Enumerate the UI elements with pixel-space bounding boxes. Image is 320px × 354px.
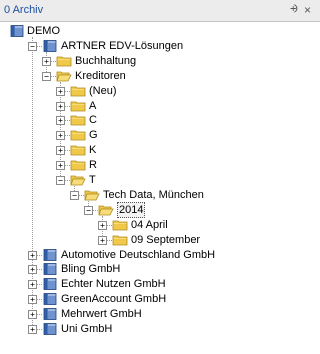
tree-node[interactable]: − Tech Data, München (0, 188, 320, 202)
expand-icon[interactable]: + (28, 250, 37, 260)
tree-node[interactable]: + C (0, 113, 320, 127)
expand-icon[interactable]: + (28, 325, 37, 334)
tree-node[interactable]: − T (0, 173, 320, 187)
database-icon (42, 39, 58, 52)
tree-node-label[interactable]: K (89, 143, 96, 157)
tree-node-label[interactable]: 09 September (131, 233, 200, 247)
close-icon[interactable]: × (304, 3, 311, 17)
collapse-icon[interactable]: − (28, 41, 37, 51)
tree-node-label[interactable]: A (89, 99, 96, 113)
collapse-icon[interactable]: − (70, 190, 79, 200)
collapse-icon[interactable]: − (56, 176, 65, 185)
tree-node-label[interactable]: T (89, 173, 96, 187)
panel-title: 0 Archiv (4, 4, 44, 16)
tree-node-label[interactable]: 04 April (131, 218, 168, 232)
expand-icon[interactable]: + (56, 86, 65, 96)
tree-node-label[interactable]: DEMO (27, 24, 60, 38)
expand-icon[interactable]: + (28, 295, 37, 305)
tree-node[interactable]: + Bling GmbH (0, 262, 320, 276)
tree-node[interactable]: + A (0, 99, 320, 113)
tree-node-label[interactable]: Automotive Deutschland GmbH (61, 248, 215, 262)
tree-node[interactable]: + Uni GmbH (0, 322, 320, 336)
tree-node[interactable]: + Automotive Deutschland GmbH (0, 248, 320, 262)
tree-node[interactable]: +09 September (0, 233, 320, 247)
folder-open-icon (98, 204, 114, 216)
tree-node[interactable]: + (Neu) (0, 84, 320, 98)
database-icon (42, 293, 58, 306)
archive-tree[interactable]: DEMO − ARTNER EDV-Lösungen + Buchhaltung − Kre… (0, 22, 320, 354)
folder-icon (70, 159, 86, 171)
database-icon (9, 25, 25, 37)
tree-node[interactable]: − ARTNER EDV-Lösungen (0, 39, 320, 53)
expand-icon[interactable]: + (98, 220, 107, 230)
tree-node-label[interactable]: GreenAccount GmbH (61, 292, 166, 306)
folder-icon (56, 55, 72, 67)
tree-node[interactable]: + R (0, 158, 320, 172)
folder-icon (70, 85, 86, 97)
tree-node[interactable]: + GreenAccount GmbH (0, 292, 320, 306)
tree-node[interactable]: + G (0, 128, 320, 142)
tree-node-label[interactable]: Tech Data, München (103, 188, 204, 202)
folder-icon (70, 144, 86, 156)
tree-node-label[interactable]: R (89, 158, 97, 172)
database-icon (42, 308, 58, 320)
expand-icon[interactable]: + (98, 235, 107, 245)
tree-node-label[interactable]: (Neu) (89, 84, 117, 98)
tree-node-label[interactable]: Buchhaltung (75, 54, 136, 68)
tree-node[interactable]: + Buchhaltung (0, 54, 320, 68)
tree-node[interactable]: +04 April (0, 218, 320, 232)
database-icon (42, 323, 58, 335)
folder-icon (70, 100, 86, 112)
expand-icon[interactable]: + (28, 265, 37, 275)
folder-icon (70, 114, 86, 126)
expand-icon[interactable]: + (28, 280, 37, 290)
expand-icon[interactable]: + (56, 116, 65, 126)
tree-node[interactable]: + K (0, 143, 320, 157)
tree-node[interactable]: DEMO (0, 24, 320, 38)
expand-icon[interactable]: + (56, 161, 65, 171)
expand-icon[interactable]: + (56, 146, 65, 156)
panel-titlebar: 0 Archiv ⨮ × (0, 0, 320, 22)
pin-icon[interactable]: ⨮ (290, 3, 298, 16)
database-icon (42, 278, 58, 291)
tree-node-label[interactable]: ARTNER EDV-Lösungen (61, 39, 183, 53)
expand-icon[interactable]: + (56, 101, 65, 111)
tree-node-label[interactable]: Uni GmbH (61, 322, 112, 336)
tree-node[interactable]: − Kreditoren (0, 69, 320, 83)
tree-node-label[interactable]: C (89, 113, 97, 127)
tree-node-label[interactable]: G (89, 128, 98, 142)
database-icon (42, 263, 58, 276)
database-icon (42, 248, 58, 261)
tree-node-label[interactable]: Mehrwert GmbH (61, 307, 142, 321)
collapse-icon[interactable]: − (84, 205, 93, 215)
tree-node-label[interactable]: Echter Nutzen GmbH (61, 277, 166, 291)
tree-node[interactable]: + Mehrwert GmbH (0, 307, 320, 321)
tree-node-label[interactable]: Bling GmbH (61, 262, 120, 276)
folder-open-icon (56, 70, 72, 82)
folder-open-icon (70, 174, 86, 186)
tree-node[interactable]: − 2014 (0, 201, 320, 218)
expand-icon[interactable]: + (56, 131, 65, 141)
folder-icon (112, 219, 128, 231)
tree-node-label[interactable]: 2014 (117, 201, 146, 218)
expand-icon[interactable]: + (42, 56, 51, 66)
tree-node-label[interactable]: Kreditoren (75, 69, 126, 83)
folder-icon (70, 129, 86, 141)
folder-icon (112, 234, 128, 246)
tree-node[interactable]: + Echter Nutzen GmbH (0, 277, 320, 291)
folder-open-icon (84, 189, 100, 201)
collapse-icon[interactable]: − (42, 71, 51, 81)
expand-icon[interactable]: + (28, 310, 37, 320)
